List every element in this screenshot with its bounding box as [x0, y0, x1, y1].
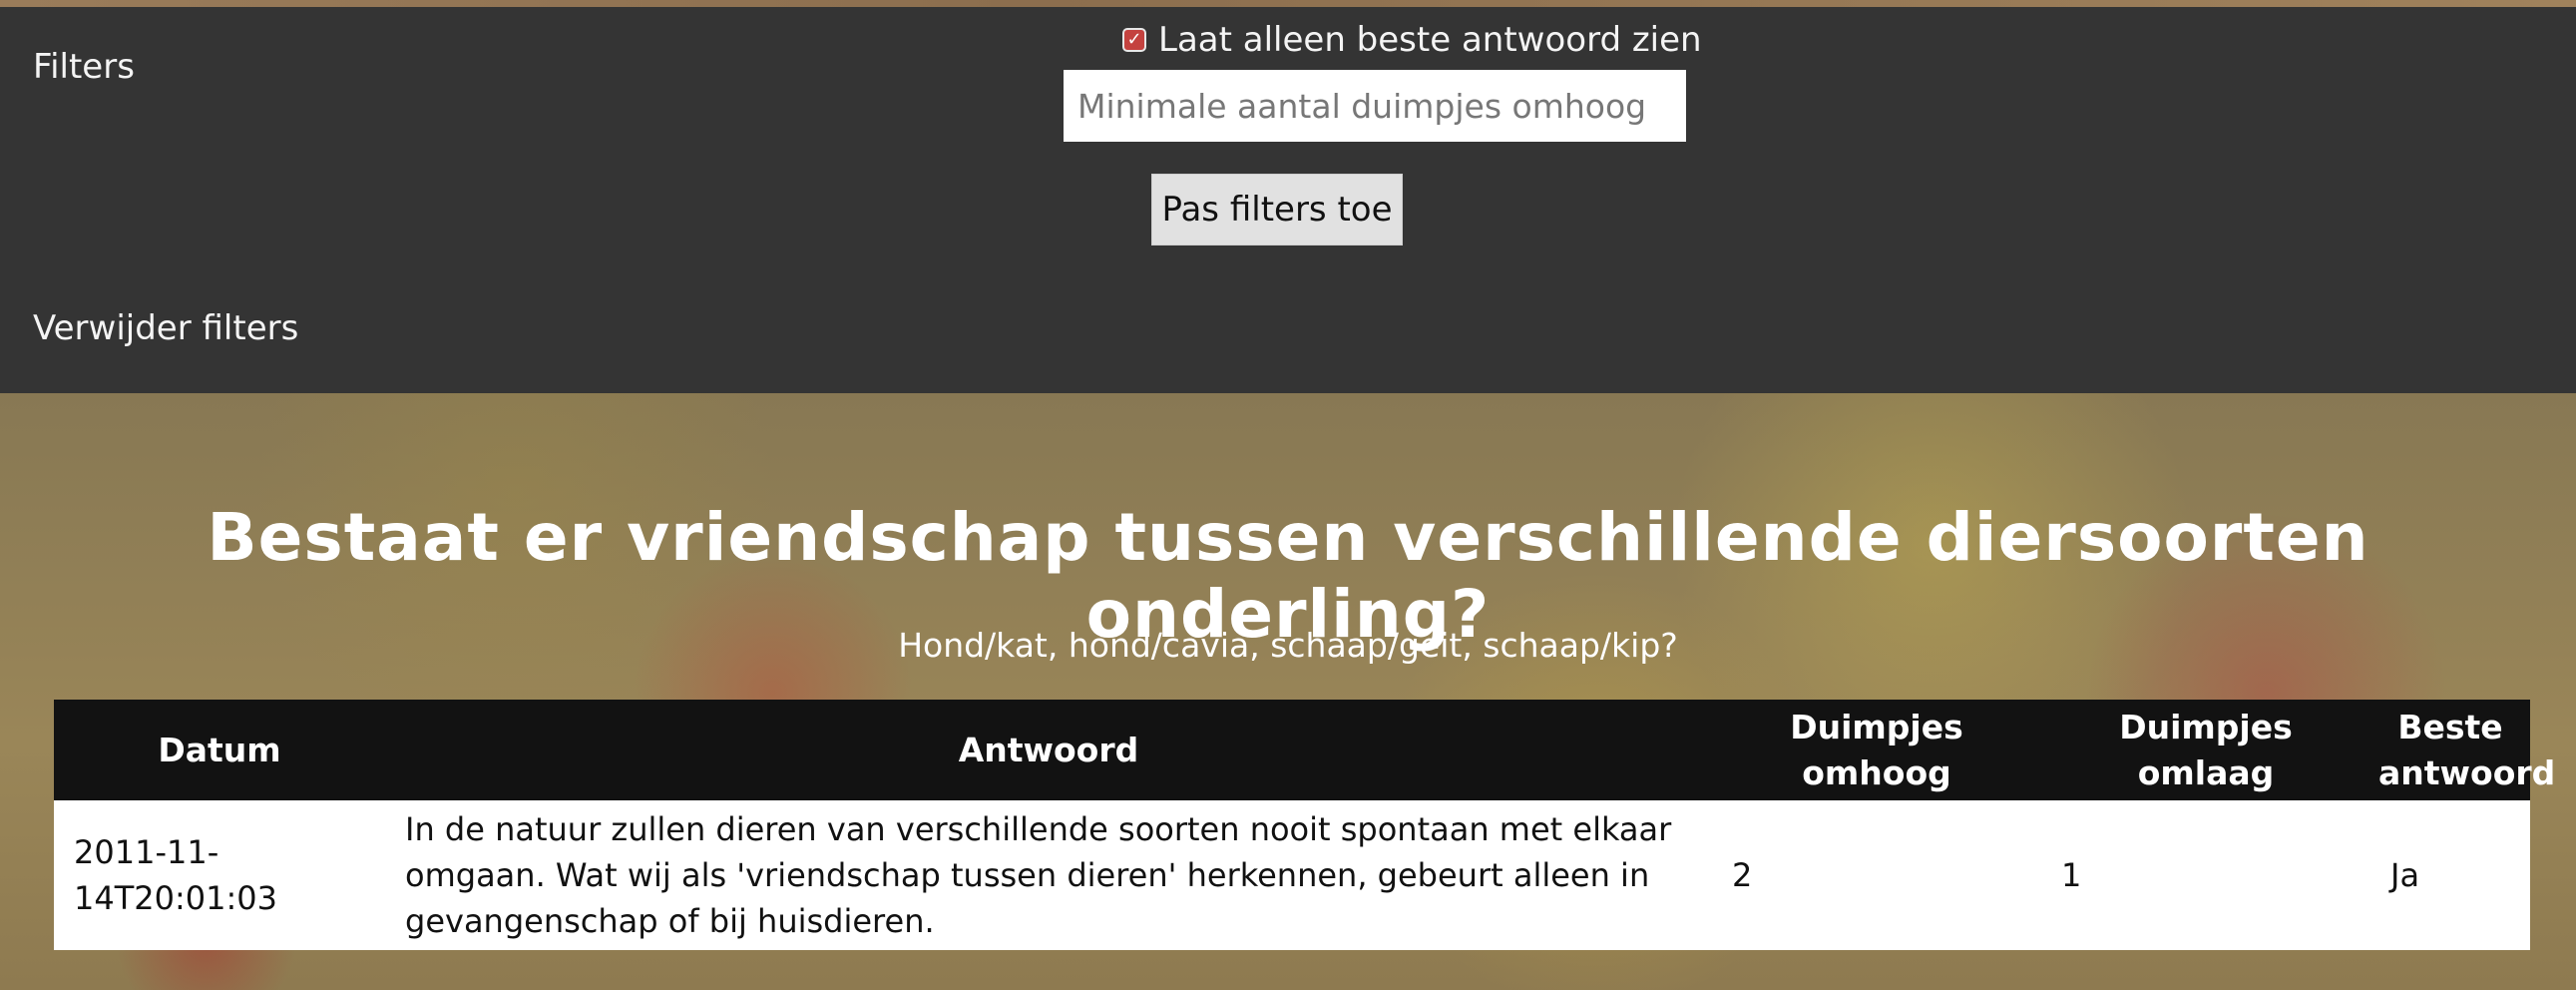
column-header-antwoord: Antwoord: [385, 700, 1712, 800]
remove-filters-link[interactable]: Verwijder filters: [33, 308, 298, 348]
column-header-datum: Datum: [54, 700, 385, 800]
filters-heading: Filters: [33, 47, 135, 87]
question-subtitle: Hond/kat, hond/cavia, schaap/geit, schaa…: [898, 626, 1678, 665]
best-answer-checkbox[interactable]: ✓: [1122, 28, 1146, 52]
checkmark-icon: ✓: [1126, 29, 1142, 50]
column-header-duimpjes-omhoog: Duimpjes omhoog: [1712, 700, 2041, 800]
filter-panel: Filters ✓ Laat alleen beste antwoord zie…: [0, 7, 2576, 393]
background-strip: [0, 0, 2576, 7]
cell-duimpjes-omlaag: 1: [2041, 800, 2370, 950]
table-header-row: Datum Antwoord Duimpjes omhoog Duimpjes …: [54, 700, 2555, 800]
answers-table: Datum Antwoord Duimpjes omhoog Duimpjes …: [54, 700, 2555, 950]
best-answer-checkbox-label: Laat alleen beste antwoord zien: [1158, 20, 1702, 60]
column-header-duimpjes-omlaag: Duimpjes omlaag: [2041, 700, 2370, 800]
cell-datum: 2011-11-14T20:01:03: [54, 800, 385, 950]
table-row: 2011-11-14T20:01:03 In de natuur zullen …: [54, 800, 2530, 950]
apply-filters-button[interactable]: Pas filters toe: [1151, 174, 1403, 246]
best-answer-checkbox-row[interactable]: ✓ Laat alleen beste antwoord zien: [1122, 17, 1702, 63]
column-header-beste-antwoord: Beste antwoord: [2370, 700, 2555, 800]
cell-beste-antwoord: Ja: [2370, 800, 2530, 950]
cell-antwoord: In de natuur zullen dieren van verschill…: [385, 800, 1712, 950]
cell-duimpjes-omhoog: 2: [1712, 800, 2041, 950]
min-thumbs-up-input[interactable]: [1064, 70, 1686, 142]
